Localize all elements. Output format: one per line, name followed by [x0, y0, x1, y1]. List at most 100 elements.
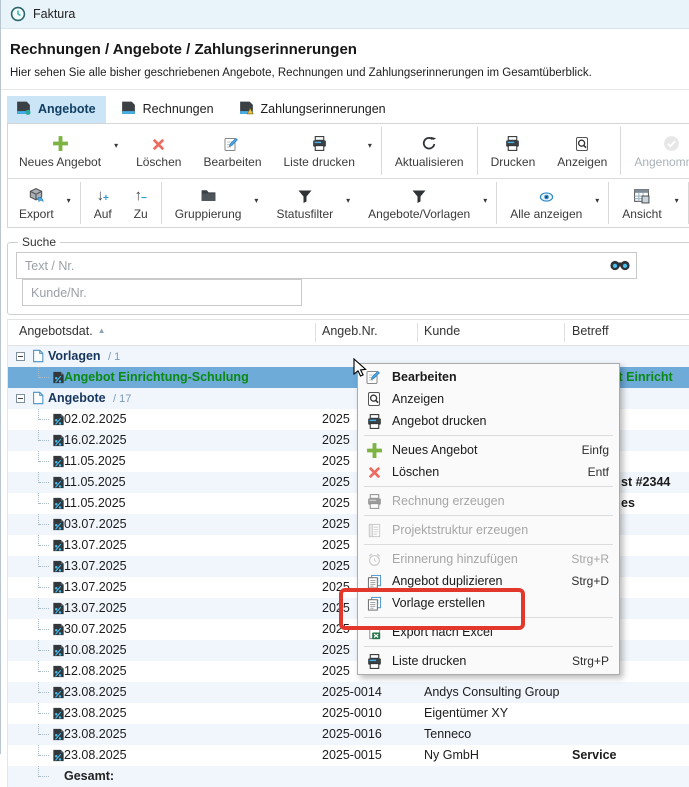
context-menu-item[interactable]: Angebot drucken	[358, 410, 619, 432]
toolbar-button-label: Löschen	[136, 155, 181, 169]
toolbar-separator	[608, 182, 609, 224]
preview-icon	[574, 133, 590, 152]
toolbar-button-label: Angebote/Vorlagen	[368, 207, 470, 221]
page-header: Rechnungen / Angebote / Zahlungserinneru…	[1, 29, 689, 90]
downplus-icon: ↓+	[97, 185, 109, 204]
checkcircle-icon	[663, 133, 680, 152]
sort-asc-icon: ▲	[98, 326, 106, 335]
cell-angebotsdat: 13.07.2025	[64, 601, 127, 615]
context-menu-item: Erinnerung hinzufügen Strg+R	[358, 548, 619, 570]
toolbar-button[interactable]: Aktualisieren ▾	[384, 124, 475, 178]
context-menu-item[interactable]: Anzeigen	[358, 388, 619, 410]
toolbar-button[interactable]: Alle anzeigen ▾	[499, 179, 606, 227]
chevron-down-icon[interactable]: ▾	[114, 141, 118, 150]
page-subtitle: Hier sehen Sie alle bisher geschriebenen…	[10, 67, 679, 79]
tab[interactable]: Rechnungen	[112, 96, 224, 123]
toolbar-button[interactable]: Angebote/Vorlagen ▾	[357, 179, 494, 227]
table-row[interactable]: 23.08.2025 2025-0014 Andys Consulting Gr…	[8, 682, 689, 703]
toolbar-button[interactable]: Statusfilter ▾	[265, 179, 357, 227]
context-menu-item[interactable]: Liste drucken Strg+P	[358, 650, 619, 672]
cell-angebotsdat: 13.07.2025	[64, 538, 127, 552]
toolbar-button-label: Anzeigen	[557, 155, 607, 169]
chevron-down-icon[interactable]: ▾	[346, 196, 350, 205]
cell-kunde: Tenneco	[424, 727, 566, 741]
chevron-down-icon[interactable]: ▾	[675, 196, 679, 205]
refresh-icon	[421, 133, 437, 152]
tab[interactable]: Zahlungserinnerungen	[230, 96, 396, 123]
tab-label: Zahlungserinnerungen	[261, 102, 386, 116]
search-legend: Suche	[18, 235, 60, 249]
toolbar-button[interactable]: ↓+ Auf ▾	[83, 179, 123, 227]
toolbar-button[interactable]: Anzeigen ▾	[546, 124, 618, 178]
table-row[interactable]: 23.08.2025 2025-0016 Tenneco	[8, 724, 689, 745]
project-icon	[365, 523, 383, 538]
cell-angebotsdat: Angebot Einrichtung-Schulung	[64, 370, 249, 384]
printer-icon	[365, 653, 383, 670]
printer-icon	[365, 493, 383, 510]
cell-angebotsdat: 16.02.2025	[64, 433, 127, 447]
toolbar-button[interactable]: ↑− Zu ▾	[123, 179, 159, 227]
toolbar-button-label: Statusfilter	[276, 207, 333, 221]
menu-separator	[364, 515, 613, 516]
search-text-input[interactable]	[16, 252, 637, 279]
toolbar-button[interactable]: Neues Angebot ▾	[8, 124, 125, 178]
cell-angebotsdat: 03.07.2025	[64, 517, 127, 531]
table-row[interactable]: 23.08.2025 2025-0015 Ny GmbH Service	[8, 745, 689, 766]
chevron-down-icon[interactable]: ▾	[483, 196, 487, 205]
cell-angebotsdat: 23.08.2025	[64, 706, 127, 720]
chevron-down-icon[interactable]: ▾	[368, 141, 372, 150]
context-menu-item[interactable]: Export nach Excel	[358, 621, 619, 643]
toolbar-button[interactable]: Liste drucken ▾	[273, 124, 379, 178]
cell-angebotsdat: 13.07.2025	[64, 580, 127, 594]
clock-icon	[10, 6, 26, 22]
context-menu: Bearbeiten Anzeigen Angebot drucken Neue…	[357, 363, 620, 675]
toolbar: Neues Angebot ▾ Löschen ▾ Bearbeiten ▾ L…	[7, 123, 689, 228]
pencil-icon	[224, 133, 240, 152]
chevron-down-icon[interactable]: ▾	[67, 196, 71, 205]
column-header-betreff[interactable]: Betreff	[572, 324, 609, 338]
toolbar-separator	[80, 182, 81, 224]
context-menu-item[interactable]: Angebot duplizieren Strg+D	[358, 570, 619, 592]
column-header-kunde[interactable]: Kunde	[424, 324, 460, 338]
column-divider[interactable]	[564, 323, 565, 342]
tree-collapse-toggle[interactable]	[16, 394, 25, 403]
toolbar-button[interactable]: Löschen ▾	[125, 124, 192, 178]
toolbar-button-label: Zu	[134, 207, 148, 221]
toolbar-button[interactable]: Export ▾	[8, 179, 78, 227]
column-divider[interactable]	[315, 323, 316, 342]
toolbar-button-label: Export	[19, 207, 54, 221]
chevron-down-icon[interactable]: ▾	[254, 196, 258, 205]
column-divider[interactable]	[417, 323, 418, 342]
cell-angebotsdat: 23.08.2025	[64, 685, 127, 699]
toolbar-button[interactable]: Ansicht ▾	[611, 179, 685, 227]
cell-angebotsdat: 30.07.2025	[64, 622, 127, 636]
toolbar-button-label: Ansicht	[622, 207, 661, 221]
chevron-down-icon[interactable]: ▾	[595, 196, 599, 205]
toolbar-button-label: Angenommen	[634, 155, 689, 169]
search-kunde-input[interactable]	[22, 279, 302, 306]
column-header-angebotsdat[interactable]: Angebotsdat.▲	[19, 324, 106, 338]
tab[interactable]: Angebote	[7, 96, 106, 123]
context-menu-item[interactable]: Neues Angebot Einfg	[358, 439, 619, 461]
context-menu-item[interactable]: Löschen Entf	[358, 461, 619, 483]
column-header-angebnr[interactable]: Angeb.Nr.	[322, 324, 378, 338]
cell-betreff: Service	[572, 748, 689, 762]
toolbar-button-label: Gruppierung	[175, 207, 242, 221]
page-title: Rechnungen / Angebote / Zahlungserinneru…	[10, 41, 679, 58]
context-menu-item: Projektstruktur erzeugen	[358, 519, 619, 541]
binoculars-icon[interactable]	[610, 259, 630, 277]
xmark-icon	[365, 465, 383, 480]
table-row[interactable]: 23.08.2025 2025-0010 Eigentümer XY	[8, 703, 689, 724]
context-menu-item[interactable]: Vorlage erstellen	[358, 592, 619, 614]
group-label: Vorlagen	[48, 349, 101, 363]
menu-item-shortcut: Strg+R	[571, 552, 609, 566]
toolbar-button[interactable]: Bearbeiten ▾	[192, 124, 272, 178]
toolbar-button[interactable]: Drucken ▾	[480, 124, 547, 178]
tree-collapse-toggle[interactable]	[16, 352, 25, 361]
window-title: Faktura	[33, 7, 75, 21]
toolbar-button-label: Bearbeiten	[203, 155, 261, 169]
menu-item-label: Vorlage erstellen	[392, 596, 600, 610]
menu-item-label: Erinnerung hinzufügen	[392, 552, 562, 566]
context-menu-item[interactable]: Bearbeiten	[358, 366, 619, 388]
toolbar-button[interactable]: Gruppierung ▾	[164, 179, 266, 227]
